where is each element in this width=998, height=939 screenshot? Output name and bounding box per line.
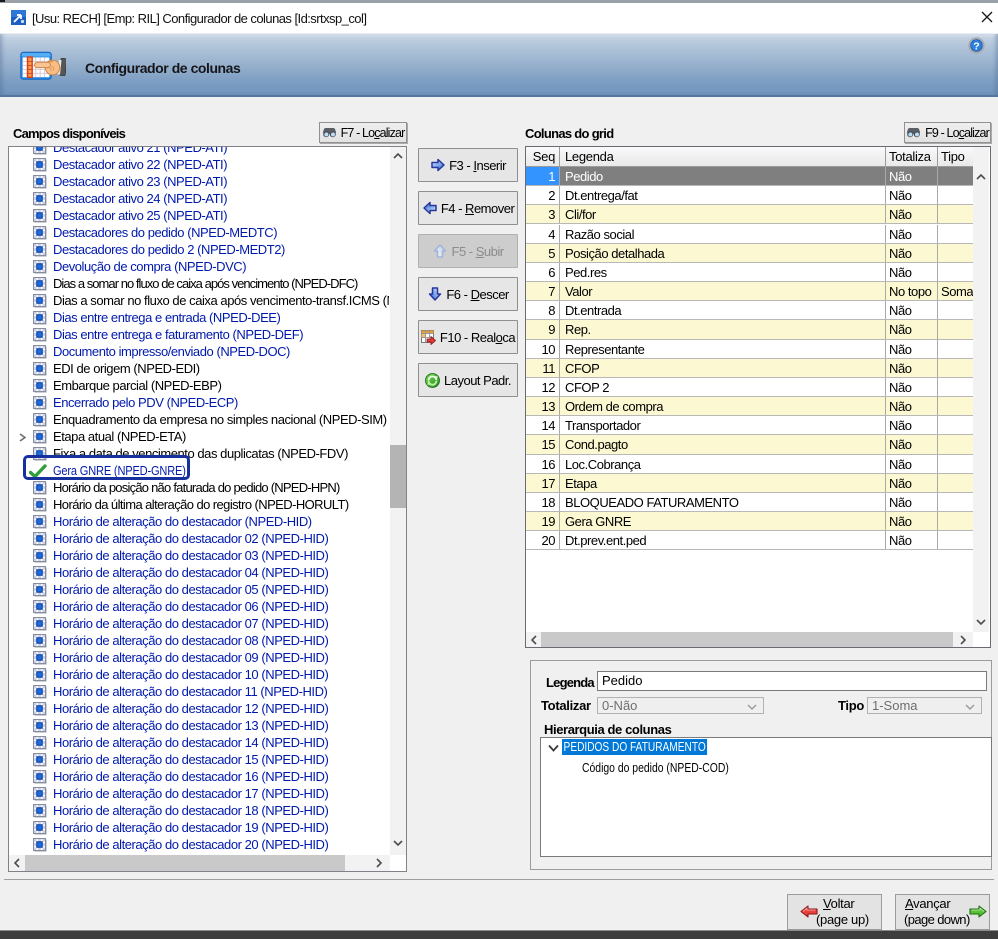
- svg-text:?: ?: [973, 40, 979, 52]
